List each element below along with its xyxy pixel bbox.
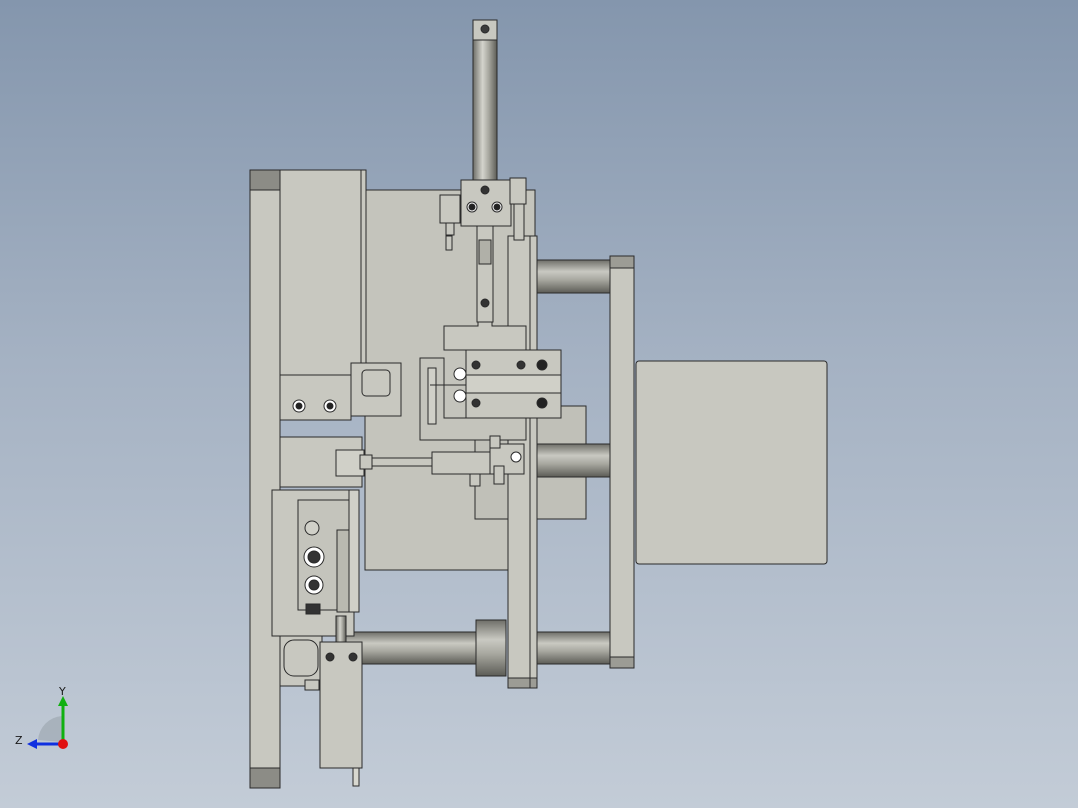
model-face <box>304 520 320 536</box>
model-face <box>609 656 635 669</box>
sensor-right <box>509 177 527 205</box>
model-face <box>348 652 358 662</box>
model-face <box>361 369 391 397</box>
upper-left-block <box>279 169 367 376</box>
top-cylinder-rod <box>472 35 498 187</box>
sensor-left <box>439 194 461 224</box>
model-face <box>348 489 360 613</box>
model-face <box>480 185 490 195</box>
model-face <box>283 639 319 677</box>
model-face <box>307 550 321 564</box>
model-face <box>480 24 490 34</box>
model-face <box>249 767 281 789</box>
model-face <box>453 389 467 403</box>
model-face <box>469 473 481 487</box>
z-axis-arrow <box>27 739 37 749</box>
model-face <box>431 451 493 475</box>
guide-rod-middle <box>534 443 614 478</box>
model-face <box>427 367 437 425</box>
stop-block <box>443 321 527 351</box>
model-face <box>471 398 481 408</box>
model-face <box>453 367 467 381</box>
model-face <box>304 679 320 691</box>
gripper-arm <box>371 457 433 467</box>
model-face <box>335 615 347 643</box>
model-face <box>471 360 481 370</box>
model-face <box>510 451 522 463</box>
model-face <box>516 360 526 370</box>
model-face <box>305 603 321 615</box>
model-face <box>507 677 538 689</box>
model-face <box>326 402 334 410</box>
guide-rod-lower-right <box>534 631 614 665</box>
model-face <box>468 203 476 211</box>
model-face <box>308 579 320 591</box>
model-face <box>493 465 505 485</box>
lower-cylinder-body <box>319 641 363 769</box>
left-base-plate <box>249 169 281 789</box>
motor-housing <box>635 360 828 565</box>
guide-rod-upper <box>534 259 614 294</box>
right-end-plate <box>609 255 635 669</box>
y-axis-label: Y <box>58 685 66 698</box>
machine-assembly-model[interactable] <box>0 0 1078 808</box>
model-face <box>536 359 548 371</box>
model-face <box>359 454 373 470</box>
model-face <box>295 402 303 410</box>
model-face <box>478 239 492 265</box>
model-face <box>445 222 455 236</box>
model-face <box>513 203 525 241</box>
cad-viewport[interactable]: Y Z <box>0 0 1078 808</box>
model-face <box>609 255 635 269</box>
z-axis-label: Z <box>15 734 23 747</box>
left-mount-block <box>279 374 352 421</box>
model-face <box>325 652 335 662</box>
model-face <box>536 397 548 409</box>
model-face <box>489 435 501 449</box>
rod-collar <box>475 619 507 677</box>
model-face <box>352 767 360 787</box>
model-face <box>465 374 562 394</box>
model-face <box>480 298 490 308</box>
model-face <box>493 203 501 211</box>
guide-rod-lower-left <box>344 631 481 665</box>
triad-arc <box>38 716 62 742</box>
model-face <box>445 235 453 251</box>
axis-triad: Y Z <box>15 685 68 749</box>
model-face <box>249 169 281 191</box>
x-axis-dot <box>58 739 68 749</box>
